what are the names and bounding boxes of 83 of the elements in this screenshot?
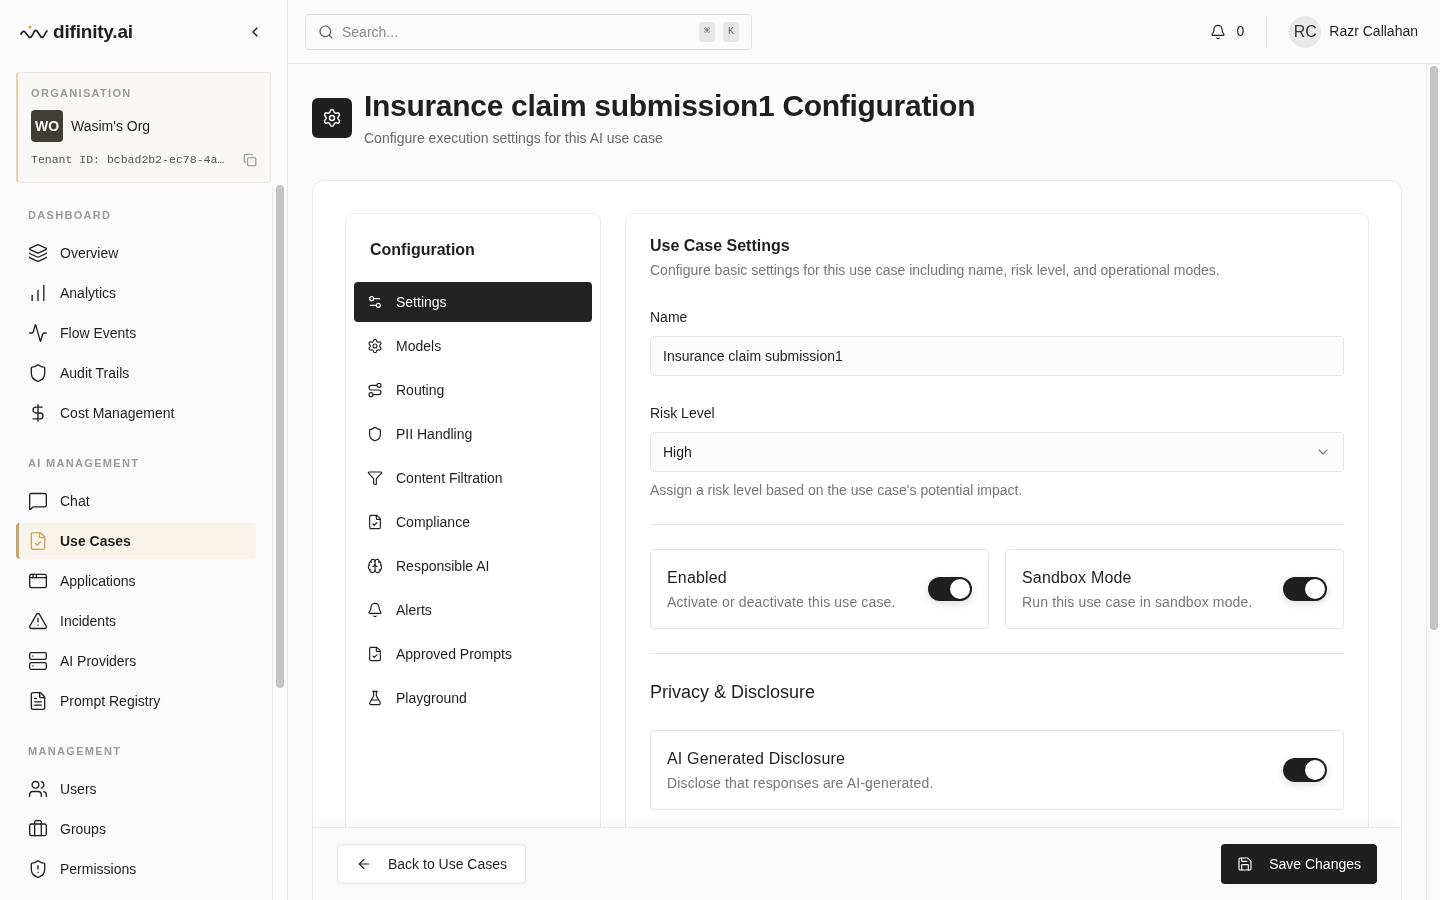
toggle-switch[interactable] — [928, 577, 972, 601]
sidebar-item[interactable]: Flow Events — [16, 315, 256, 351]
bell-icon — [367, 602, 383, 618]
section-heading: MANAGEMENT — [27, 744, 123, 759]
config-nav-item[interactable]: Settings — [354, 282, 592, 322]
shield-alert-icon — [28, 859, 48, 879]
wave-logo-icon — [20, 25, 48, 39]
pulse-line-icon — [28, 323, 48, 343]
funnel-icon — [367, 470, 383, 486]
user-name: Razr Callahan — [1329, 22, 1418, 41]
privacy-heading: Privacy & Disclosure — [650, 681, 817, 704]
sidebar-item[interactable]: Prompt Registry — [16, 683, 256, 719]
sidebar-item[interactable]: Analytics — [16, 275, 256, 311]
warning-icon — [28, 611, 48, 631]
shortcut-key: K — [723, 21, 739, 42]
setting-title: Enabled — [667, 568, 728, 588]
tenant-id: Tenant ID: bcbad2b2-ec78-4a… — [31, 152, 225, 168]
setting-description: Run this use case in sandbox mode. — [1022, 593, 1253, 612]
briefcase-icon — [28, 819, 48, 839]
field-label: Risk Level — [650, 404, 716, 423]
sidebar-item[interactable]: AI Providers — [16, 643, 256, 679]
bell-icon — [1210, 23, 1227, 40]
app-window-icon — [28, 571, 48, 591]
config-nav-title: Configuration — [369, 240, 476, 260]
shield-icon — [28, 363, 48, 383]
page-subtitle: Configure execution settings for this AI use case — [364, 129, 664, 148]
arrow-left-icon — [356, 856, 372, 872]
shortcut-key: ⌘ — [699, 21, 715, 42]
file-check-icon — [28, 531, 48, 551]
settings-icon — [367, 338, 383, 354]
sidebar-item[interactable]: Permissions — [16, 851, 256, 887]
document-icon — [28, 691, 48, 711]
risk-level-select[interactable]: High — [650, 432, 1344, 472]
org-name: Wasim's Org — [71, 116, 151, 136]
setting-title: AI Generated Disclosure — [667, 749, 846, 769]
field-label: Name — [650, 308, 689, 327]
scrollbar-thumb[interactable] — [1429, 66, 1438, 630]
section-title: Use Case Settings — [650, 236, 791, 256]
user-avatar[interactable]: RC — [1289, 15, 1322, 48]
setting-title: Sandbox Mode — [1022, 568, 1133, 588]
brand-name: difinity.ai — [53, 20, 133, 44]
scrollbar-thumb[interactable] — [276, 185, 284, 688]
name-input[interactable]: Insurance claim submission1 — [650, 336, 1344, 376]
sidebar-item[interactable]: Users — [16, 771, 256, 807]
back-button[interactable]: Back to Use Cases — [337, 844, 527, 884]
search-input[interactable]: Search... — [342, 19, 691, 44]
search-icon — [318, 23, 334, 40]
field-hint: Assign a risk level based on the use case's potential impact. — [650, 481, 1024, 500]
page-title: Insurance claim submission1 Configuration — [364, 88, 976, 124]
sliders-icon — [367, 294, 383, 310]
toggle-switch[interactable] — [1283, 577, 1327, 601]
sidebar-item[interactable]: Cost Management — [16, 395, 256, 431]
file-check-icon — [367, 646, 383, 662]
sidebar-item[interactable]: Groups — [16, 811, 256, 847]
sidebar-item[interactable]: Applications — [16, 563, 256, 599]
users-icon — [28, 779, 48, 799]
org-avatar: WO — [31, 110, 63, 142]
flask-icon — [367, 690, 383, 706]
brain-icon — [367, 558, 383, 574]
server-icon — [28, 651, 48, 671]
settings-icon — [322, 108, 342, 128]
setting-description: Activate or deactivate this use case. — [667, 593, 896, 612]
copy-icon[interactable] — [243, 153, 257, 167]
organisation-label: ORGANISATION — [31, 86, 133, 101]
notifications-button[interactable]: 0 — [1210, 21, 1245, 42]
sidebar-item[interactable]: Chat — [16, 483, 256, 519]
sidebar-item[interactable]: Use Cases — [16, 523, 256, 559]
layers-icon — [28, 243, 48, 263]
setting-description: Disclose that responses are AI-generated. — [667, 774, 934, 793]
save-icon — [1237, 856, 1254, 872]
toggle-switch[interactable] — [1283, 758, 1327, 782]
sidebar-item[interactable]: Audit Trails — [16, 355, 256, 391]
file-check-icon — [367, 514, 383, 530]
section-heading: AI MANAGEMENT — [27, 456, 141, 471]
sidebar-item[interactable]: Incidents — [16, 603, 256, 639]
search-field[interactable]: Search... ⌘ K — [305, 13, 752, 50]
sidebar-item[interactable]: Overview — [16, 235, 256, 271]
shield-icon — [367, 426, 383, 442]
route-icon — [367, 382, 383, 398]
section-description: Configure basic settings for this use case including name, risk level, and operational modes. — [650, 261, 1221, 280]
section-heading: DASHBOARD — [27, 208, 113, 223]
save-button[interactable]: Save Changes — [1221, 844, 1377, 884]
chat-bubble-icon — [28, 491, 48, 511]
